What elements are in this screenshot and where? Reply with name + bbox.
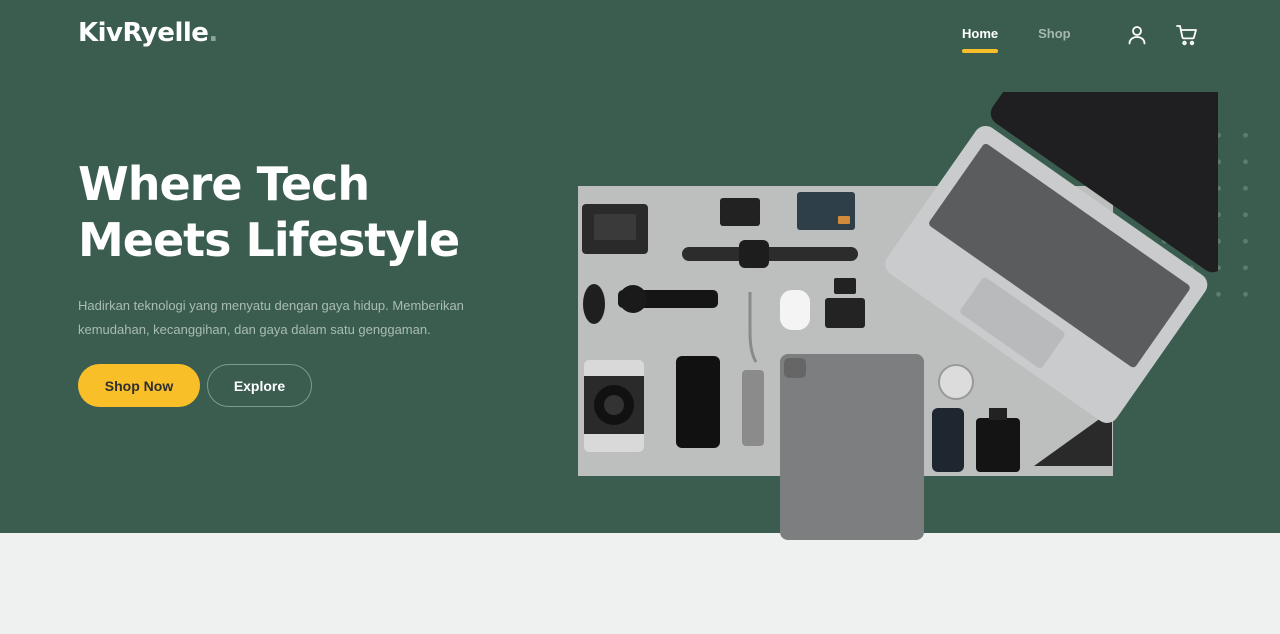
product-flatlay-image xyxy=(578,92,1218,540)
hero-description: Hadirkan teknologi yang menyatu dengan g… xyxy=(78,298,464,337)
cart-icon[interactable] xyxy=(1175,23,1199,47)
nav-home-link[interactable]: Home xyxy=(962,26,999,54)
hero-title-line-1: Where Tech xyxy=(78,157,370,211)
shop-now-button[interactable]: Shop Now xyxy=(78,364,200,407)
next-section xyxy=(0,533,1280,634)
brand-dot: . xyxy=(208,18,218,48)
brand-name: KivRyelle xyxy=(78,18,209,48)
brand-logo[interactable]: KivRyelle. xyxy=(78,18,218,48)
user-icon[interactable] xyxy=(1125,23,1149,47)
hero-title: Where Tech Meets Lifestyle xyxy=(78,156,538,268)
main-nav: Home Shop xyxy=(962,26,1071,54)
nav-shop-link[interactable]: Shop xyxy=(1038,26,1071,54)
hero-title-line-2: Meets Lifestyle xyxy=(78,213,460,267)
explore-button[interactable]: Explore xyxy=(207,364,312,407)
